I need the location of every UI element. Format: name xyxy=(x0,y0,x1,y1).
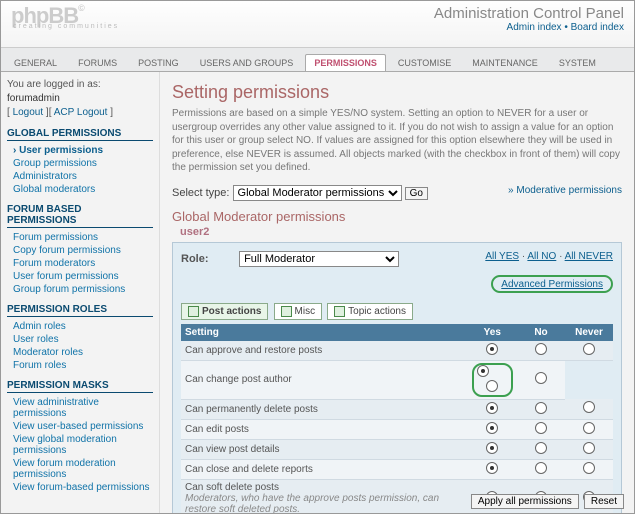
section-heading: Global Moderator permissions xyxy=(172,209,622,224)
radio-never[interactable] xyxy=(535,372,547,384)
select-type[interactable]: Global Moderator permissions xyxy=(233,185,402,201)
th-no[interactable]: No xyxy=(517,324,565,341)
content-heading: Setting permissions xyxy=(172,82,622,103)
tab-general[interactable]: GENERAL xyxy=(5,54,66,71)
table-row: Can approve and restore posts xyxy=(181,341,613,361)
radio-never[interactable] xyxy=(583,343,595,355)
acp-logout-link[interactable]: ACP Logout xyxy=(54,107,108,118)
table-row: Can change post author xyxy=(181,360,613,399)
radio-no[interactable] xyxy=(535,402,547,414)
main-tabs: GENERAL FORUMS POSTING USERS AND GROUPS … xyxy=(1,48,634,72)
checkbox-icon xyxy=(281,306,292,317)
radio-no[interactable] xyxy=(535,422,547,434)
radio-no[interactable] xyxy=(535,343,547,355)
sidebar-copy-forum-permissions[interactable]: Copy forum permissions xyxy=(7,244,153,257)
radio-yes[interactable] xyxy=(477,365,489,377)
sidebar-user-forum-permissions[interactable]: User forum permissions xyxy=(7,270,153,283)
sidebar-group-forum-permissions[interactable]: Group forum permissions xyxy=(7,283,153,296)
radio-no[interactable] xyxy=(486,380,498,392)
sidebar-user-roles[interactable]: User roles xyxy=(7,333,153,346)
table-row: Can permanently delete posts xyxy=(181,399,613,419)
subtab-topic-actions[interactable]: Topic actions xyxy=(327,303,413,320)
all-links: All YES · All NO · All NEVER xyxy=(485,251,613,262)
tab-users-groups[interactable]: USERS AND GROUPS xyxy=(191,54,303,71)
user-label: user2 xyxy=(180,226,622,238)
sidebar-global-moderators[interactable]: Global moderators xyxy=(7,183,153,196)
board-index-link[interactable]: Board index xyxy=(571,22,624,33)
sidebar-moderator-roles[interactable]: Moderator roles xyxy=(7,346,153,359)
all-yes-link[interactable]: All YES xyxy=(485,251,519,262)
th-setting: Setting xyxy=(181,324,468,341)
radio-never[interactable] xyxy=(583,422,595,434)
cat-permission-masks: PERMISSION MASKS xyxy=(7,380,153,393)
sidebar-view-admin-perms[interactable]: View administrative permissions xyxy=(7,396,153,420)
sidebar-view-forum-mod-perms[interactable]: View forum moderation permissions xyxy=(7,457,153,481)
tab-system[interactable]: SYSTEM xyxy=(550,54,605,71)
radio-yes[interactable] xyxy=(486,442,498,454)
logout-link[interactable]: Logout xyxy=(13,107,44,118)
radio-never[interactable] xyxy=(583,401,595,413)
go-button[interactable]: Go xyxy=(405,187,428,200)
radio-never[interactable] xyxy=(583,462,595,474)
checkbox-icon xyxy=(188,306,199,317)
sidebar-view-global-mod-perms[interactable]: View global moderation permissions xyxy=(7,433,153,457)
radio-yes[interactable] xyxy=(486,343,498,355)
moderative-permissions-link[interactable]: » Moderative permissions xyxy=(508,185,622,196)
tab-posting[interactable]: POSTING xyxy=(129,54,188,71)
role-select[interactable]: Full Moderator xyxy=(239,251,399,267)
th-never[interactable]: Never xyxy=(565,324,613,341)
sidebar-administrators[interactable]: Administrators xyxy=(7,170,153,183)
tab-customise[interactable]: CUSTOMISE xyxy=(389,54,460,71)
all-no-link[interactable]: All NO xyxy=(527,251,556,262)
radio-yes[interactable] xyxy=(486,462,498,474)
permissions-panel: All YES · All NO · All NEVER Role: Full … xyxy=(172,242,622,514)
highlight-oval xyxy=(472,363,513,397)
all-never-link[interactable]: All NEVER xyxy=(565,251,613,262)
radio-no[interactable] xyxy=(535,442,547,454)
select-type-label: Select type: xyxy=(172,187,233,199)
logo-subtitle: creating communities xyxy=(13,23,119,30)
permissions-table: Setting Yes No Never Can approve and res… xyxy=(181,324,613,514)
sidebar-user-permissions[interactable]: User permissions xyxy=(7,144,153,157)
cat-permission-roles: PERMISSION ROLES xyxy=(7,304,153,317)
table-row: Can view post details xyxy=(181,439,613,459)
advanced-oval: Advanced Permissions xyxy=(491,275,613,293)
sidebar-group-permissions[interactable]: Group permissions xyxy=(7,157,153,170)
sidebar-forum-roles[interactable]: Forum roles xyxy=(7,359,153,372)
admin-index-link[interactable]: Admin index xyxy=(507,22,562,33)
sidebar-view-user-perms[interactable]: View user-based permissions xyxy=(7,420,153,433)
checkbox-icon xyxy=(334,306,345,317)
sidebar-forum-moderators[interactable]: Forum moderators xyxy=(7,257,153,270)
radio-yes[interactable] xyxy=(486,402,498,414)
content-desc: Permissions are based on a simple YES/NO… xyxy=(172,107,622,175)
radio-yes[interactable] xyxy=(486,422,498,434)
sidebar-view-forum-perms[interactable]: View forum-based permissions xyxy=(7,481,153,494)
sidebar-forum-permissions[interactable]: Forum permissions xyxy=(7,231,153,244)
th-yes[interactable]: Yes xyxy=(468,324,517,341)
page-title: Administration Control Panel xyxy=(434,5,624,22)
subtab-post-actions[interactable]: Post actions xyxy=(181,303,268,320)
subtab-misc[interactable]: Misc xyxy=(274,303,323,320)
tab-maintenance[interactable]: MAINTENANCE xyxy=(463,54,547,71)
radio-no[interactable] xyxy=(535,462,547,474)
apply-all-permissions-button[interactable]: Apply all permissions xyxy=(471,494,579,509)
table-row: Can edit posts xyxy=(181,419,613,439)
reset-button[interactable]: Reset xyxy=(584,494,624,509)
radio-never[interactable] xyxy=(583,442,595,454)
cat-forum-perms: FORUM BASED PERMISSIONS xyxy=(7,204,153,228)
sidebar-admin-roles[interactable]: Admin roles xyxy=(7,320,153,333)
table-row: Can close and delete reports xyxy=(181,459,613,479)
role-label: Role: xyxy=(181,253,236,265)
tab-permissions[interactable]: PERMISSIONS xyxy=(305,54,386,71)
cat-global-perms: GLOBAL PERMISSIONS xyxy=(7,128,153,141)
login-info: You are logged in as: forumadmin [ Logou… xyxy=(7,78,153,120)
advanced-permissions-link[interactable]: Advanced Permissions xyxy=(501,279,603,290)
tab-forums[interactable]: FORUMS xyxy=(69,54,126,71)
